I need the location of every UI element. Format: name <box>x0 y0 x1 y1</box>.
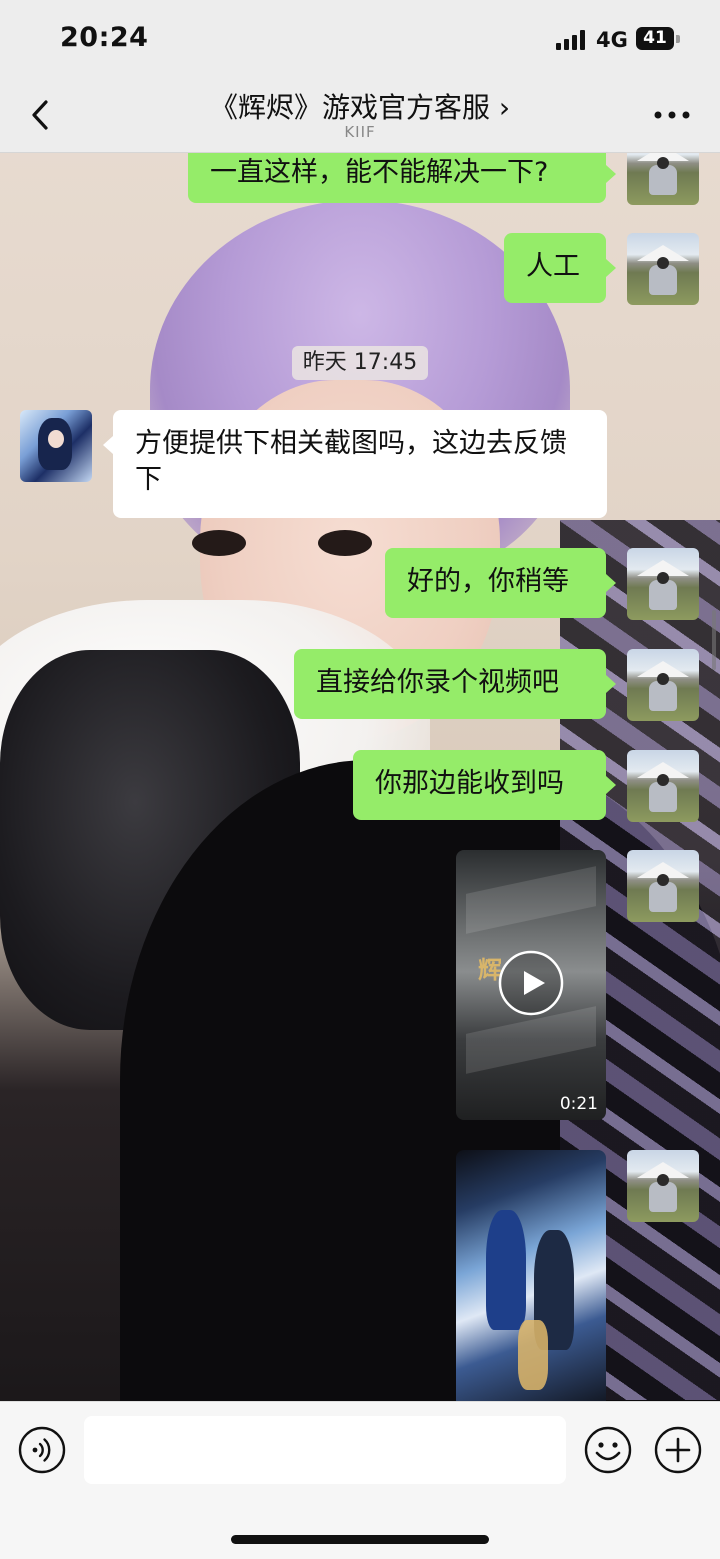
play-icon[interactable] <box>498 950 564 1016</box>
voice-button[interactable] <box>18 1426 66 1474</box>
bubble-tail <box>606 165 616 183</box>
status-bar: 20:24 4G 41 <box>0 0 720 78</box>
plus-icon <box>654 1426 702 1474</box>
bubble-tail <box>103 436 113 454</box>
my-avatar[interactable] <box>627 153 699 205</box>
home-indicator[interactable] <box>231 1535 489 1544</box>
message-bubble[interactable]: 一直这样，能不能解决一下? <box>188 153 606 203</box>
emoji-button[interactable] <box>584 1426 632 1474</box>
video-message[interactable]: 辉 0:21 <box>456 850 606 1120</box>
my-avatar[interactable] <box>627 233 699 305</box>
emoji-icon <box>584 1426 632 1474</box>
status-time: 20:24 <box>60 22 149 53</box>
chat-message-list[interactable]: 一直这样，能不能解决一下? 人工 昨天 17:45 方便提供下相关截图吗，这边去… <box>0 153 720 1401</box>
message-bubble[interactable]: 直接给你录个视频吧 <box>294 649 606 719</box>
image-message[interactable] <box>456 1150 606 1401</box>
more-dots-icon <box>654 111 690 119</box>
input-bar <box>0 1401 720 1559</box>
message-bubble[interactable]: 你那边能收到吗 <box>353 750 606 820</box>
message-bubble[interactable]: 方便提供下相关截图吗，这边去反馈下 <box>113 410 607 518</box>
bubble-tail <box>606 574 616 592</box>
bubble-tail <box>606 675 616 693</box>
video-duration: 0:21 <box>559 1094 598 1114</box>
message-input[interactable] <box>84 1416 566 1484</box>
my-avatar[interactable] <box>627 548 699 620</box>
battery-icon: 41 <box>636 27 674 50</box>
signal-icon <box>556 30 588 50</box>
my-avatar[interactable] <box>627 649 699 721</box>
battery-tip <box>676 35 680 43</box>
service-avatar[interactable] <box>20 410 92 482</box>
chat-title[interactable]: 《辉烬》游戏官方客服 › <box>0 86 720 126</box>
bubble-tail <box>606 259 616 277</box>
message-bubble[interactable]: 好的，你稍等 <box>385 548 606 618</box>
network-type: 4G <box>596 28 628 52</box>
scrollbar[interactable] <box>712 610 716 670</box>
chat-subtitle: KIIF <box>344 123 376 141</box>
voice-icon <box>18 1426 66 1474</box>
more-button[interactable] <box>652 100 692 130</box>
message-bubble[interactable]: 人工 <box>504 233 606 303</box>
bubble-tail <box>606 776 616 794</box>
my-avatar[interactable] <box>627 850 699 922</box>
chat-header: 《辉烬》游戏官方客服 › KIIF <box>0 78 720 153</box>
more-functions-button[interactable] <box>654 1426 702 1474</box>
my-avatar[interactable] <box>627 1150 699 1222</box>
my-avatar[interactable] <box>627 750 699 822</box>
message-timestamp: 昨天 17:45 <box>292 346 428 380</box>
